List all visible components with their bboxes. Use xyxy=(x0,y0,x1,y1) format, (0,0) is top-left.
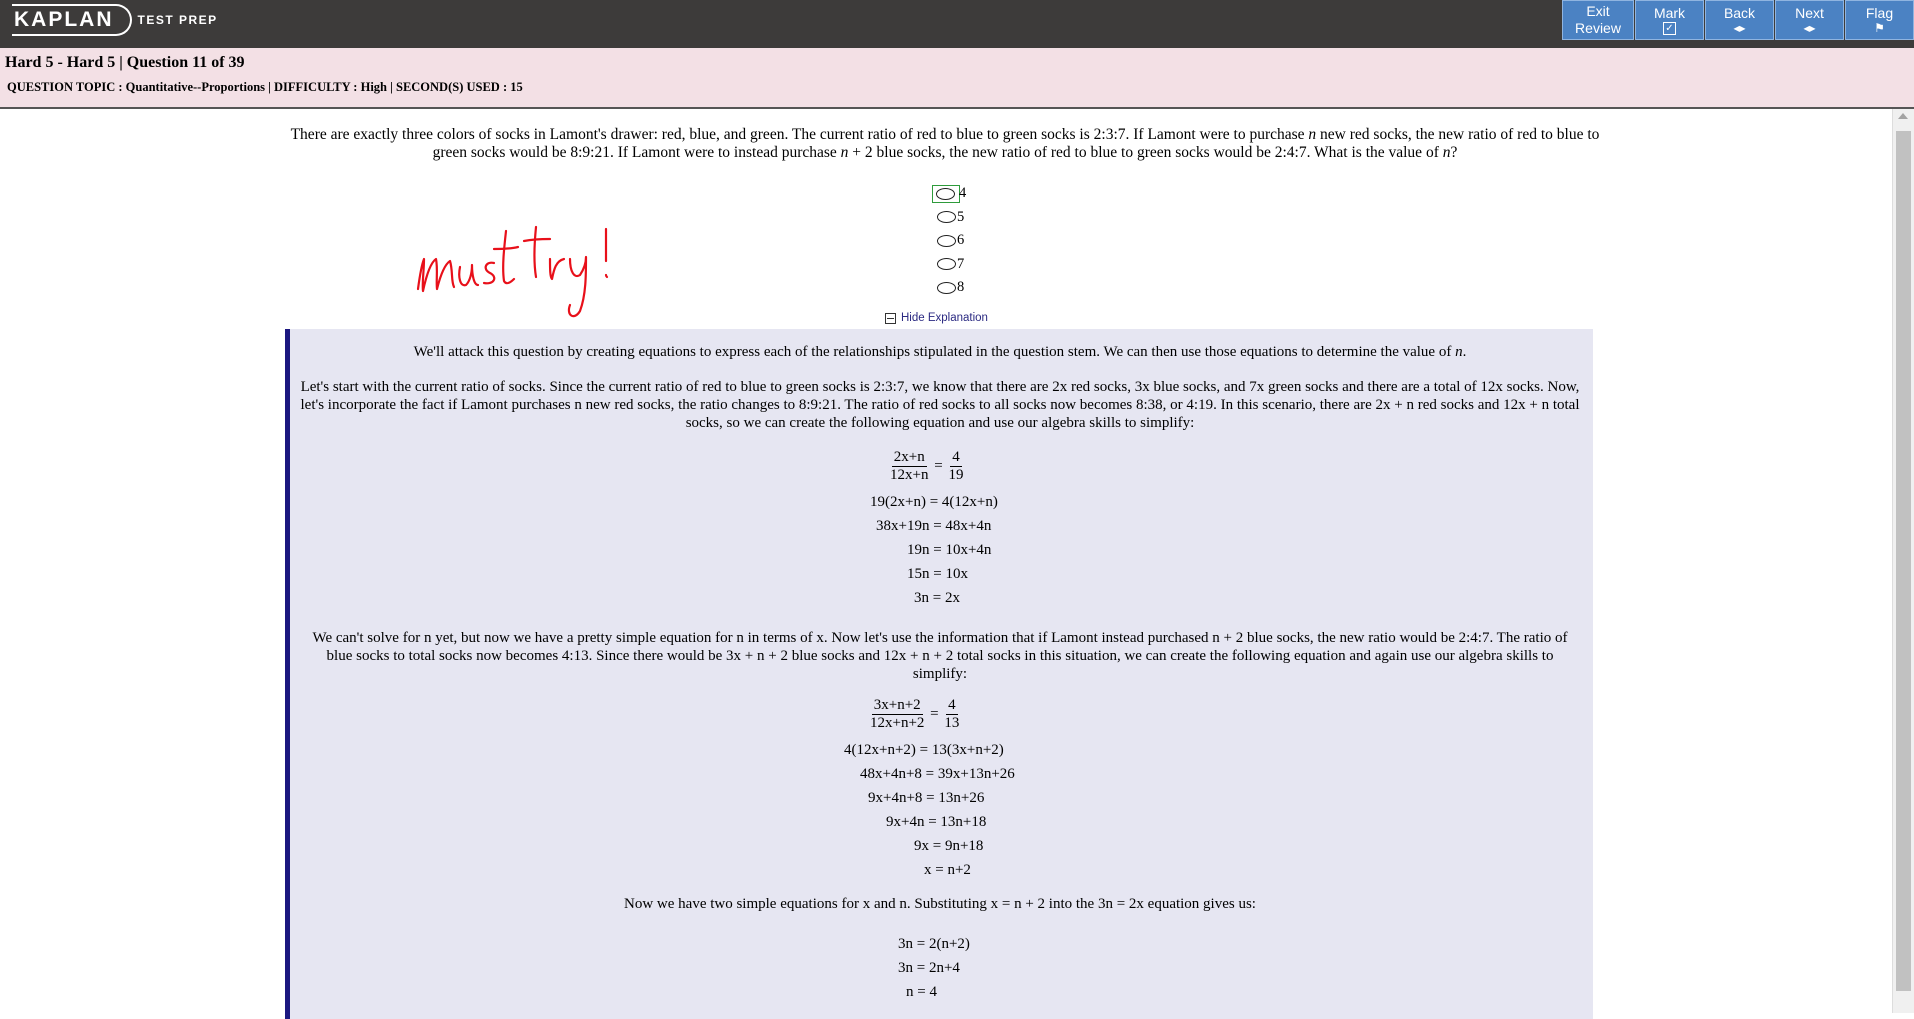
explanation-paragraph-3: We can't solve for n yet, but now we hav… xyxy=(312,630,1568,682)
flag-icon: ⚑ xyxy=(1874,21,1885,35)
equation-fraction-2: 3x+n+2 12x+n+2 = 4 13 xyxy=(870,697,960,731)
choice-label: 6 xyxy=(957,232,965,249)
next-label: Next xyxy=(1795,5,1824,21)
equation-fraction-1: 2x+n 12x+n = 4 19 xyxy=(890,449,964,483)
answer-choice[interactable]: 6 xyxy=(937,229,966,253)
fraction-denominator: 19 xyxy=(948,467,964,483)
p1-var: n xyxy=(1455,344,1463,360)
exit-review-button[interactable]: Exit Review xyxy=(1562,0,1634,40)
explanation-paragraph-4: Now we have two simple equations for x a… xyxy=(624,896,1256,912)
explanation-paragraph-2: Let's start with the current ratio of so… xyxy=(300,379,1580,431)
hide-explanation-label: Hide Explanation xyxy=(901,312,988,324)
top-bar: KAPLAN TEST PREP Exit Review Mark ✓ Back… xyxy=(0,0,1914,48)
content-area: There are exactly three colors of socks … xyxy=(0,109,1893,1019)
answer-choice[interactable]: 4 xyxy=(932,182,967,206)
stem-var-n: n xyxy=(1308,126,1317,143)
equation-line: 48x+4n+8 = 39x+13n+26 xyxy=(860,766,1015,782)
question-meta: QUESTION TOPIC : Quantitative--Proportio… xyxy=(7,80,523,94)
fraction-denominator: 13 xyxy=(944,715,960,731)
scrollbar-thumb[interactable] xyxy=(1896,131,1911,991)
explanation-paragraph-1: We'll attack this question by creating e… xyxy=(300,343,1580,361)
logo-text: KAPLAN xyxy=(12,4,132,36)
back-button[interactable]: Back ◂▸ xyxy=(1705,0,1774,40)
equation-line: 3n = 2x xyxy=(914,590,960,606)
back-arrow-icon: ◂▸ xyxy=(1733,21,1746,35)
equation-line: x = n+2 xyxy=(924,862,971,878)
handwritten-annotation xyxy=(416,225,609,318)
answer-choice[interactable]: 5 xyxy=(937,206,966,230)
kaplan-logo: KAPLAN TEST PREP xyxy=(12,4,218,36)
review-label: Review xyxy=(1575,20,1621,36)
equation-line: 9x = 9n+18 xyxy=(914,838,984,854)
stem-text-1: There are exactly three colors of socks … xyxy=(290,126,1309,143)
choice-label: 8 xyxy=(957,279,965,296)
equation-line: 19(2x+n) = 4(12x+n) xyxy=(870,494,998,510)
equation-line: 38x+19n = 48x+4n xyxy=(876,518,992,534)
radio-button[interactable] xyxy=(936,187,955,200)
p1-text: We'll attack this question by creating e… xyxy=(413,344,1456,360)
explanation-panel: We'll attack this question by creating e… xyxy=(285,329,1593,1019)
fraction-denominator: 12x+n xyxy=(890,467,929,483)
answer-choice[interactable]: 7 xyxy=(937,253,966,277)
radio-button[interactable] xyxy=(937,234,956,247)
equation-line: 19n = 10x+4n xyxy=(907,542,992,558)
flag-label: Flag xyxy=(1865,5,1894,21)
question-header: Hard 5 - Hard 5 | Question 11 of 39 QUES… xyxy=(0,48,1914,109)
radio-button[interactable] xyxy=(937,281,956,294)
mark-label: Mark xyxy=(1653,5,1686,21)
logo-subtext: TEST PREP xyxy=(137,13,218,27)
equation-line: 3n = 2n+4 xyxy=(898,960,960,976)
choice-label: 4 xyxy=(959,185,967,202)
back-label: Back xyxy=(1723,5,1756,21)
equation-line: 15n = 10x xyxy=(907,566,968,582)
stem-text-4: ? xyxy=(1450,144,1458,161)
collapse-icon xyxy=(885,312,896,324)
question-title: Hard 5 - Hard 5 | Question 11 of 39 xyxy=(5,54,245,71)
checkbox-icon: ✓ xyxy=(1663,22,1676,35)
flag-button[interactable]: Flag ⚑ xyxy=(1845,0,1914,40)
stem-text-3: + 2 blue socks, the new ratio of red to … xyxy=(848,144,1443,161)
radio-button[interactable] xyxy=(937,211,956,224)
exit-label: Exit xyxy=(1586,3,1610,19)
fraction-numerator: 4 xyxy=(950,449,962,467)
choice-label: 5 xyxy=(957,208,965,225)
fraction-numerator: 4 xyxy=(946,697,958,715)
next-arrow-icon: ◂▸ xyxy=(1803,21,1816,35)
question-stem: There are exactly three colors of socks … xyxy=(290,126,1600,162)
hide-explanation-toggle[interactable]: Hide Explanation xyxy=(885,312,988,324)
fraction-numerator: 2x+n xyxy=(891,449,927,467)
choice-label: 7 xyxy=(957,255,965,272)
answer-choices: 4 5 6 7 8 xyxy=(932,182,967,300)
scroll-up-icon[interactable] xyxy=(1898,113,1908,119)
fraction-denominator: 12x+n+2 xyxy=(870,715,925,731)
equation-line: 9x+4n+8 = 13n+26 xyxy=(868,790,985,806)
vertical-scrollbar[interactable] xyxy=(1892,109,1914,1013)
equation-line: 4(12x+n+2) = 13(3x+n+2) xyxy=(844,742,1004,758)
equation-line: 3n = 2(n+2) xyxy=(898,936,970,952)
next-button[interactable]: Next ◂▸ xyxy=(1775,0,1844,40)
nav-buttons: Exit Review Mark ✓ Back ◂▸ Next ◂▸ Flag … xyxy=(1561,0,1914,40)
radio-button[interactable] xyxy=(937,258,956,271)
p1-end: . xyxy=(1462,344,1467,360)
fraction-numerator: 3x+n+2 xyxy=(871,697,923,715)
equation-line: n = 4 xyxy=(906,984,937,1000)
equation-line: 9x+4n = 13n+18 xyxy=(886,814,987,830)
mark-button[interactable]: Mark ✓ xyxy=(1635,0,1704,40)
answer-choice[interactable]: 8 xyxy=(937,276,966,300)
